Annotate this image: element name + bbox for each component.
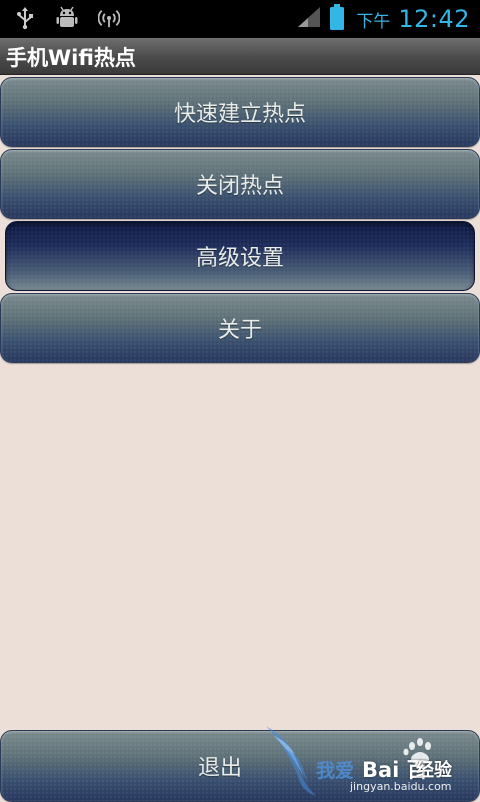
notification-icons: [14, 6, 120, 30]
advanced-settings-label: 高级设置: [195, 246, 284, 271]
wifi-hotspot-icon: [98, 6, 120, 30]
system-status: 下午 12:42: [296, 2, 470, 36]
close-hotspot-button[interactable]: 关闭热点: [0, 149, 480, 219]
about-label: 关于: [217, 318, 262, 343]
status-bar: 下午 12:42: [0, 0, 480, 38]
advanced-settings-button[interactable]: 高级设置: [5, 221, 475, 291]
status-clock: 12:42: [398, 5, 470, 33]
about-button[interactable]: 关于: [0, 293, 480, 363]
app-title-bar: 手机Wifi热点: [0, 38, 480, 75]
exit-button[interactable]: 退出: [0, 730, 480, 802]
battery-icon: [330, 4, 345, 34]
android-debug-icon: [56, 6, 78, 30]
close-hotspot-label: 关闭热点: [195, 174, 284, 199]
app-title: 手机Wifi热点: [6, 46, 136, 70]
quick-create-hotspot-button[interactable]: 快速建立热点: [0, 77, 480, 147]
status-ampm: 下午: [356, 11, 391, 32]
quick-create-hotspot-label: 快速建立热点: [173, 102, 306, 127]
usb-icon: [14, 6, 36, 30]
exit-label: 退出: [197, 756, 242, 781]
signal-icon: [296, 5, 322, 33]
